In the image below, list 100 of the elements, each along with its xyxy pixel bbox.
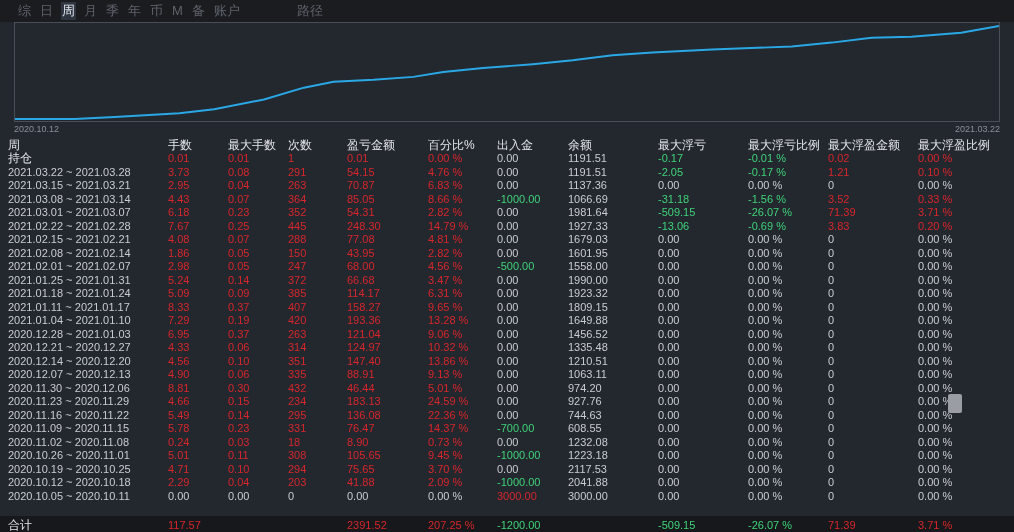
- table-cell-text: 608.55: [568, 422, 603, 436]
- table-cell-text: 0.00: [497, 206, 520, 220]
- table-cell-text: 1923.32: [568, 287, 609, 301]
- table-cell-text: 0.08: [228, 165, 251, 179]
- table-cell-text: 1210.51: [568, 354, 609, 368]
- table-cell-text: 263: [288, 179, 308, 193]
- table-cell-text: 150: [288, 246, 308, 260]
- table-cell-text: 372: [288, 273, 308, 287]
- row-label: 2021.01.04 ~ 2021.01.10: [8, 314, 132, 328]
- table-cell-text: 0.00: [497, 327, 520, 341]
- table-cell-text: -26.07 %: [748, 206, 794, 220]
- scroll-handle[interactable]: [948, 394, 962, 413]
- table-cell-text: 3.71 %: [918, 206, 954, 220]
- table-cell-text: 66.68: [347, 273, 376, 287]
- table-cell-text: 0: [828, 489, 836, 503]
- table-cell-text: 10.32 %: [428, 341, 470, 355]
- table-cell-text: 0.00 %: [918, 422, 954, 436]
- table-cell-text: 0.00 %: [748, 354, 784, 368]
- tab[interactable]: 季: [105, 2, 120, 20]
- table-cell-text: 295: [288, 408, 308, 422]
- table-cell-text: 114.17: [347, 287, 381, 301]
- table-cell-text: 385: [288, 287, 308, 301]
- row-label: 2020.12.07 ~ 2020.12.13: [8, 368, 132, 382]
- table-cell-text: 0.14: [228, 408, 251, 422]
- table-cell-text: 54.31: [347, 206, 376, 220]
- table-cell-text: -700.00: [497, 422, 536, 436]
- row-label: 2020.11.09 ~ 2020.11.15: [8, 422, 130, 436]
- table-cell-text: 0.15: [228, 395, 251, 409]
- tab[interactable]: 综: [17, 2, 32, 20]
- table-cell-text: 4.56: [168, 354, 191, 368]
- table-cell-text: 71.39: [828, 206, 857, 220]
- table-cell-text: 0.30: [228, 381, 251, 395]
- tab[interactable]: 路径: [295, 2, 324, 20]
- row-label: 2020.10.19 ~ 2020.10.25: [8, 462, 132, 476]
- table-cell-text: 0.00: [658, 341, 681, 355]
- tab[interactable]: 日: [39, 2, 54, 20]
- table-cell-text: 1649.88: [568, 314, 609, 328]
- table-cell-text: 0.00: [658, 462, 681, 476]
- table-cell-text: 1981.64: [568, 206, 609, 220]
- table-cell-text: 0.00 %: [918, 435, 954, 449]
- table-cell-text: 0.00: [347, 489, 370, 503]
- table-cell-text: 351: [288, 354, 308, 368]
- table-cell-text: 121.04: [347, 327, 382, 341]
- table-cell-text: 8.66 %: [428, 192, 464, 206]
- table-cell-text: 0: [828, 408, 836, 422]
- table-cell-text: 0.00 %: [748, 273, 784, 287]
- table-cell-text: -509.15: [658, 206, 697, 220]
- table-cell-text: 1.86: [168, 246, 191, 260]
- table-cell-text: 0.10: [228, 462, 251, 476]
- table-cell-text: 4.71: [168, 462, 191, 476]
- row-label: 2021.02.22 ~ 2021.02.28: [8, 219, 132, 233]
- table-cell-text: 0.00: [497, 233, 520, 247]
- table-cell-text: 9.13 %: [428, 368, 464, 382]
- tab[interactable]: M: [171, 2, 184, 20]
- table-cell-text: 3.83: [828, 219, 851, 233]
- table-cell-text: 7.67: [168, 219, 191, 233]
- table-cell-text: 22.36 %: [428, 408, 470, 422]
- table-cell-text: 0.07: [228, 192, 251, 206]
- table-cell-text: 54.15: [347, 165, 376, 179]
- table-cell-text: 9.06 %: [428, 327, 464, 341]
- table-cell-text: 0: [828, 287, 836, 301]
- table-cell-text: 0.00: [658, 368, 681, 382]
- table-cell-text: 0.00 %: [918, 260, 954, 274]
- row-label: 2021.03.15 ~ 2021.03.21: [8, 179, 132, 193]
- table-cell-text: 0.00 %: [748, 300, 784, 314]
- table-cell-text: 0.33 %: [918, 192, 954, 206]
- row-label: 2020.12.21 ~ 2020.12.27: [8, 341, 132, 355]
- table-cell-text: 927.76: [568, 395, 603, 409]
- row-label: 2021.01.18 ~ 2021.01.24: [8, 287, 132, 301]
- table-cell-text: -500.00: [497, 260, 536, 274]
- table-cell-text: -0.17: [658, 152, 685, 166]
- table-cell-text: 1137.36: [568, 179, 608, 193]
- table-cell-text: 0: [828, 314, 836, 328]
- table-cell-text: 0.00: [497, 314, 520, 328]
- table-cell-text: 0.00: [497, 300, 520, 314]
- table-cell-text: 2.82 %: [428, 206, 464, 220]
- table-cell-text: 0.06: [228, 341, 251, 355]
- table-cell-text: 9.65 %: [428, 300, 464, 314]
- table-cell-text: 0.00: [658, 395, 681, 409]
- table-cell-text: 0.00 %: [748, 368, 784, 382]
- tab[interactable]: 周: [61, 2, 76, 20]
- tab[interactable]: 币: [149, 2, 164, 20]
- table-cell-text: 1223.18: [568, 449, 609, 463]
- table-cell-text: 68.00: [347, 260, 376, 274]
- table-cell-text: 331: [288, 422, 308, 436]
- table-cell-text: 0.00: [658, 449, 681, 463]
- table-cell-text: 0.00 %: [428, 489, 464, 503]
- table-cell-text: 147.40: [347, 354, 382, 368]
- table-cell-text: 0.00: [658, 354, 681, 368]
- table-cell-text: 77.08: [347, 233, 376, 247]
- tab[interactable]: 月: [83, 2, 98, 20]
- table-cell-text: 0.00: [497, 435, 520, 449]
- table-cell-text: 0.00 %: [748, 314, 784, 328]
- tab[interactable]: 账户: [212, 2, 241, 20]
- row-label: 持仓: [8, 152, 33, 166]
- table-cell-text: 3.71 %: [918, 518, 954, 532]
- table-cell-text: 6.95: [168, 327, 191, 341]
- tab[interactable]: 备: [190, 2, 206, 20]
- tab[interactable]: 年: [127, 2, 142, 20]
- table-cell-text: 0: [828, 435, 836, 449]
